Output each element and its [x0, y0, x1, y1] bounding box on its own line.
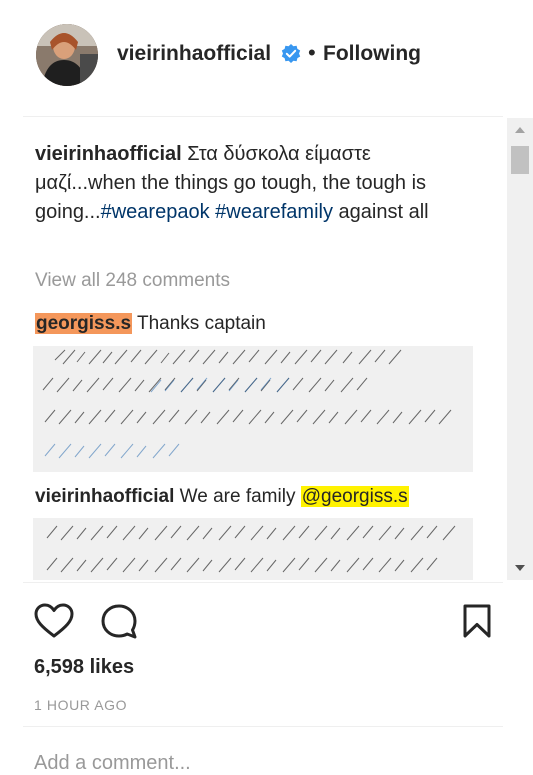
- post-header: vieirinhaofficial • Following: [0, 0, 533, 112]
- view-all-comments-link[interactable]: View all 248 comments: [35, 270, 230, 292]
- header-username[interactable]: vieirinhaofficial: [117, 42, 271, 66]
- caption-text-end: against all: [338, 201, 429, 223]
- redacted-comments: [33, 518, 473, 580]
- bookmark-outline-icon: [463, 604, 491, 638]
- hashtag-link[interactable]: #wearefamily: [215, 201, 333, 223]
- hashtag-link[interactable]: #wearepaok: [101, 201, 210, 223]
- caption-author[interactable]: vieirinhaofficial: [35, 143, 182, 165]
- post-timestamp[interactable]: 1 HOUR AGO: [34, 697, 127, 713]
- heart-outline-icon: [34, 603, 74, 638]
- save-button[interactable]: [462, 603, 492, 639]
- scroll-down-arrow-icon[interactable]: [507, 556, 533, 580]
- add-comment-input[interactable]: [34, 752, 474, 775]
- comment-text: We are family: [179, 486, 301, 507]
- comments-panel[interactable]: vieirinhaofficial Στα δύσκολα είμαστε μα…: [23, 118, 507, 580]
- comment-author[interactable]: vieirinhaofficial: [35, 486, 174, 507]
- comment-button[interactable]: [100, 603, 138, 641]
- header-divider: [23, 116, 503, 117]
- scrollbar-thumb[interactable]: [511, 146, 529, 174]
- following-button[interactable]: Following: [323, 42, 421, 66]
- comments-scrollbar[interactable]: [507, 118, 533, 580]
- like-button[interactable]: [34, 603, 74, 639]
- likes-count[interactable]: 6,598 likes: [34, 656, 134, 679]
- scroll-up-arrow-icon[interactable]: [507, 118, 533, 142]
- comment-item: vieirinhaofficial We are family @georgis…: [35, 484, 409, 510]
- avatar[interactable]: [36, 24, 98, 86]
- post-caption: vieirinhaofficial Στα δύσκολα είμαστε μα…: [35, 140, 475, 227]
- speech-bubble-icon: [101, 604, 137, 639]
- redacted-comments: [33, 346, 473, 472]
- comment-author[interactable]: georgiss.s: [35, 313, 133, 334]
- actions-divider: [23, 582, 503, 583]
- comment-divider: [23, 726, 503, 727]
- comment-text: Thanks captain: [136, 313, 266, 334]
- verified-badge-icon: [281, 44, 301, 64]
- header-separator: •: [308, 40, 316, 65]
- comment-item: georgiss.s Thanks captain: [35, 311, 266, 337]
- mention-link[interactable]: @georgiss.s: [300, 486, 409, 507]
